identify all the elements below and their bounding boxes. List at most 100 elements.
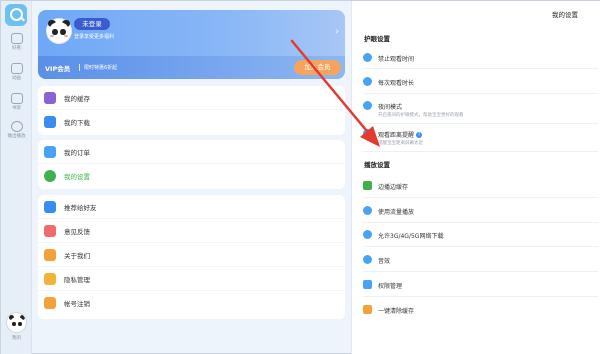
divider: [363, 68, 598, 69]
menu-item-label: 我的设置: [64, 173, 90, 181]
setting-forbid-time[interactable]: 禁止观看时间: [363, 53, 593, 67]
cat-icon: [10, 33, 23, 44]
panda-avatar-icon: [46, 18, 72, 44]
menu-item-feedback[interactable]: 意见反馈: [38, 219, 345, 243]
divider: [79, 64, 80, 71]
shield-icon: [363, 280, 372, 289]
page-title: 我的设置: [552, 11, 578, 19]
menu-group-account: 我的订单 我的设置: [38, 140, 345, 189]
settings-panel: 我的设置 护眼设置 禁止观看时间 每次观看时长 夜间模式 开启夜间的护眼模式，帮…: [351, 1, 600, 354]
setting-label: 每次观看时长: [378, 80, 415, 87]
feedback-icon: [44, 224, 56, 237]
menu-item-about[interactable]: 关于我们: [38, 243, 345, 267]
menu-item-label: 我的订单: [64, 148, 90, 157]
menu-item-settings[interactable]: 我的设置: [38, 164, 345, 188]
sound-icon: [363, 255, 372, 264]
panda-avatar-icon: [8, 314, 26, 332]
section-title-eye-care: 护眼设置: [364, 35, 390, 43]
menu-item-label: 隐私管理: [64, 275, 90, 284]
divider: [363, 271, 598, 272]
search-icon[interactable]: [5, 4, 27, 26]
clock-icon: [363, 53, 372, 62]
menu-group-more: 推荐给好友 意见反馈 关于我们 隐私管理 帐号注销: [38, 195, 345, 319]
about-icon: [44, 248, 56, 261]
setting-label: 使用流量播放: [378, 209, 415, 216]
rail-item-label: 书架: [12, 106, 21, 111]
book-icon: [10, 93, 23, 104]
moon-icon: [363, 101, 372, 110]
rail-item-3[interactable]: 做出播放: [1, 121, 32, 140]
setting-night-mode[interactable]: 夜间模式 开启夜间的护眼模式，帮助宝宝更好的观看: [363, 101, 593, 121]
login-status-badge[interactable]: 未登录: [74, 18, 110, 30]
divider: [363, 296, 598, 297]
setting-sound-effect[interactable]: 音效: [363, 255, 593, 269]
menu-item-recommend[interactable]: 推荐给好友: [38, 195, 345, 219]
menu-item-download[interactable]: 我的下载: [38, 110, 345, 134]
cache-icon: [44, 91, 56, 104]
setting-label: 观看距离提醒?: [378, 132, 423, 139]
signal-icon: [363, 206, 372, 215]
menu-item-label: 意见反馈: [64, 227, 90, 236]
divider: [363, 93, 598, 94]
account-icon: [44, 297, 56, 309]
privacy-icon: [44, 272, 56, 285]
setting-cache-while-playing[interactable]: 边播边缓存: [363, 181, 593, 195]
app-window: 好看 动画 书架 做出播放 我的 未登录 登录享受更多福利 › VIP会员 限时…: [0, 0, 600, 354]
vip-bar: VIP会员 限时特惠6折起 加入会员: [38, 56, 345, 79]
setting-label: 权限管理: [378, 283, 403, 290]
help-icon[interactable]: ?: [416, 132, 423, 138]
rail-item-0[interactable]: 好看: [1, 33, 32, 52]
order-icon: [44, 145, 56, 158]
menu-item-label: 帐号注销: [64, 300, 90, 308]
gear-icon: [44, 170, 56, 182]
divider: [363, 123, 598, 124]
clock-icon: [10, 121, 23, 132]
rail-item-1[interactable]: 动画: [1, 63, 32, 82]
avatar[interactable]: [6, 312, 27, 333]
setting-permissions[interactable]: 权限管理: [363, 280, 593, 294]
rail-item-label: 好看: [12, 46, 21, 51]
timer-icon: [363, 77, 372, 86]
rail-item-label: 动画: [12, 76, 21, 81]
setting-distance-reminder[interactable]: 观看距离提醒? 提醒宝宝距离屏幕太近: [363, 129, 593, 149]
setting-description: 提醒宝宝距离屏幕太近: [378, 141, 423, 146]
setting-watch-duration[interactable]: 每次观看时长: [363, 77, 593, 91]
menu-item-label: 我的下载: [64, 119, 90, 127]
menu-item-deactivate[interactable]: 帐号注销: [38, 291, 345, 315]
setting-label: 允许3G/4G/5G网络下载: [378, 233, 444, 240]
menu-item-label: 我的缓存: [64, 94, 90, 103]
menu-item-label: 关于我们: [64, 251, 90, 260]
vip-subtitle: 限时特惠6折起: [84, 65, 118, 71]
divider: [363, 246, 598, 247]
menu-item-orders[interactable]: 我的订单: [38, 140, 345, 164]
menu-item-privacy[interactable]: 隐私管理: [38, 267, 345, 291]
setting-description: 开启夜间的护眼模式，帮助宝宝更好的观看: [378, 113, 464, 118]
network-icon: [363, 230, 372, 239]
login-subtitle: 登录享受更多福利: [74, 34, 115, 40]
menu-group-downloads: 我的缓存 我的下载: [38, 86, 345, 135]
setting-label: 一键清除缓存: [378, 308, 415, 315]
setting-label: 边播边缓存: [378, 184, 409, 191]
download-icon: [44, 116, 56, 128]
broom-icon: [363, 305, 372, 314]
divider: [363, 197, 598, 198]
cache-play-icon: [363, 181, 372, 190]
avatar-label: 我的: [12, 336, 21, 341]
setting-cellular-playback[interactable]: 使用流量播放: [363, 206, 593, 220]
divider: [363, 151, 598, 152]
chevron-right-icon[interactable]: ›: [335, 27, 339, 37]
rail-item-label: 做出播放: [7, 134, 26, 139]
eye-icon: [363, 129, 372, 138]
left-rail: 好看 动画 书架 做出播放 我的: [1, 1, 32, 354]
menu-item-cache[interactable]: 我的缓存: [38, 86, 345, 110]
thumb-icon: [44, 200, 56, 213]
setting-clear-cache[interactable]: 一键清除缓存: [363, 305, 593, 319]
setting-cellular-download[interactable]: 允许3G/4G/5G网络下载: [363, 230, 593, 244]
join-vip-button[interactable]: 加入会员: [294, 60, 341, 75]
setting-label: 禁止观看时间: [378, 56, 415, 63]
setting-label: 音效: [378, 258, 391, 265]
vip-title: VIP会员: [45, 65, 71, 73]
setting-label: 夜间模式: [378, 104, 403, 111]
section-title-playback: 播放设置: [364, 161, 390, 169]
rail-item-2[interactable]: 书架: [1, 93, 32, 112]
